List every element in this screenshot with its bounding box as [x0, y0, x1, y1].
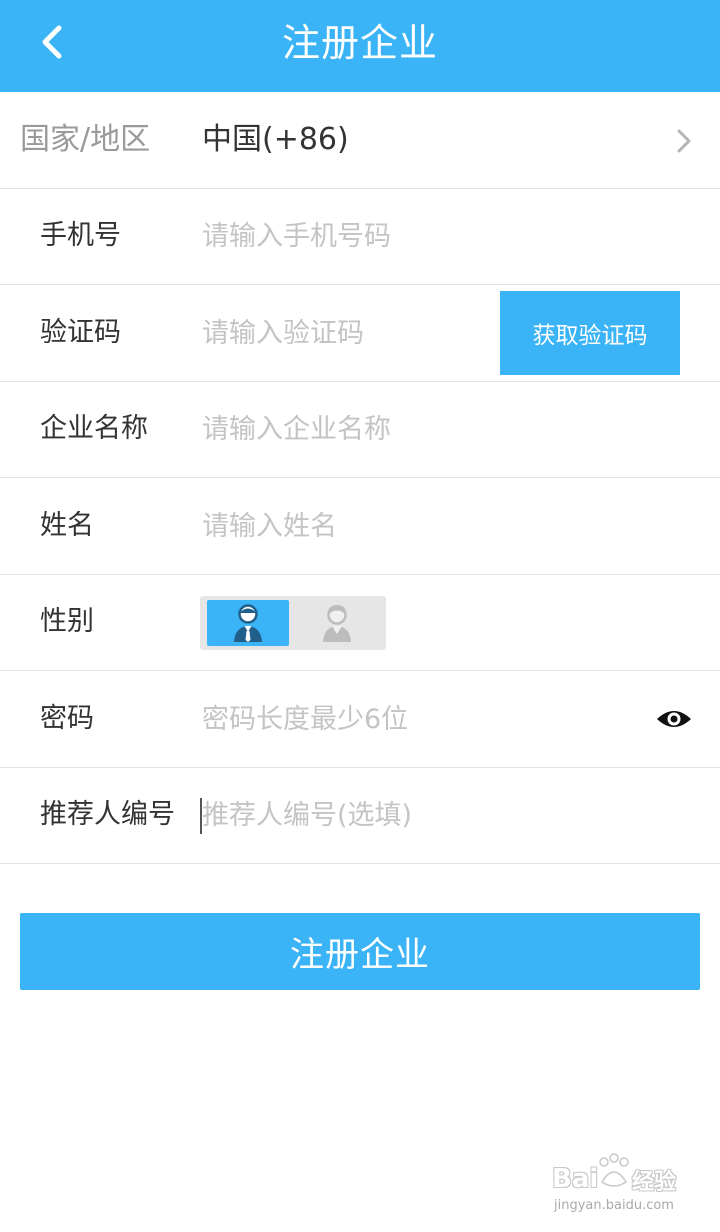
region-row[interactable]: 国家/地区 中国(+86) [0, 92, 720, 189]
gender-male-option[interactable] [207, 599, 289, 646]
company-row: 企业名称 [0, 382, 720, 478]
eye-icon[interactable] [656, 707, 692, 731]
referrer-row: 推荐人编号 [0, 768, 720, 864]
company-name-input[interactable] [200, 409, 640, 450]
phone-input[interactable] [200, 216, 640, 257]
phone-row: 手机号 [0, 189, 720, 285]
get-code-button[interactable]: 获取验证码 [500, 291, 680, 375]
name-row: 姓名 [0, 478, 720, 575]
code-label: 验证码 [40, 316, 121, 348]
watermark-brand-cn: 经验 [632, 1170, 677, 1195]
referrer-input[interactable] [200, 795, 640, 836]
registration-form: 国家/地区 中国(+86) 手机号 验证码 获取验证码 企业名称 姓名 性别 [0, 92, 720, 864]
male-icon [234, 603, 262, 642]
watermark-domain: jingyan.baidu.com [554, 1198, 674, 1213]
password-row: 密码 [0, 671, 720, 768]
gender-row: 性别 [0, 575, 720, 671]
code-row: 验证码 获取验证码 [0, 285, 720, 382]
company-label: 企业名称 [40, 413, 148, 445]
region-label: 国家/地区 [20, 121, 151, 157]
paw-icon [599, 1153, 629, 1187]
page-title: 注册企业 [281, 21, 438, 65]
watermark-logo: Bai 经验 jingyan.baidu.com [548, 1150, 698, 1220]
phone-label: 手机号 [40, 220, 121, 252]
gender-female-option[interactable] [296, 600, 378, 646]
region-value: 中国(+86) [202, 121, 349, 157]
female-icon [323, 604, 351, 642]
register-button[interactable]: 注册企业 [20, 913, 700, 990]
referrer-label: 推荐人编号 [40, 799, 175, 831]
name-label: 姓名 [40, 509, 94, 541]
name-input[interactable] [200, 506, 640, 546]
password-input[interactable] [200, 699, 640, 739]
code-input[interactable] [200, 313, 490, 353]
watermark-brand: Bai [552, 1164, 599, 1194]
gender-label: 性别 [40, 606, 94, 638]
gender-toggle [200, 595, 386, 650]
password-label: 密码 [40, 702, 94, 734]
chevron-right-icon[interactable] [674, 128, 694, 154]
app-header: 注册企业 [0, 0, 720, 92]
